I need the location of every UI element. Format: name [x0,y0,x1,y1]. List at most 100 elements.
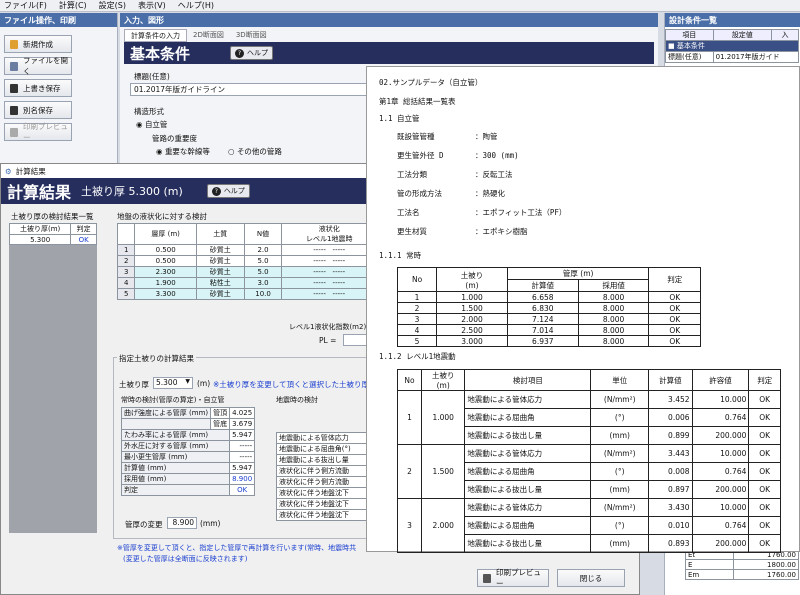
row-value: ----- [229,440,256,452]
structure-label: 構造形式 [134,107,164,116]
importance-radio-main[interactable]: ◉ 重要な幹線等 [156,146,210,157]
table-row[interactable]: 5.300 OK [8,234,97,245]
tab-3d[interactable]: 3D断面図 [230,29,273,42]
quake-table: 地震動による管体応力 地震動による屈曲角(°) 地震動による抜出し量 液状化に伴… [276,432,371,521]
cell-item: 地震動による抜出し量 [464,426,592,445]
table-row: 2 1.500 地震動による管体応力 (N/mm²) 3.443 10.000 OK [397,444,781,499]
col-cover-label: 土被り [460,270,484,280]
cell-judge: OK [748,408,781,427]
row-sub: 管頂 [210,407,231,419]
spec-note: ※土被り厚を変更して頂くと選択した土被り厚で [213,380,377,389]
cell-judge: OK [748,516,781,535]
table-header: No 土被り (m) 検討項目 単位 計算値 許容値 判定 [397,369,781,391]
col-cover: 土被り厚(m) [8,223,72,235]
cell-judge: OK [748,444,781,463]
menu-settings[interactable]: 設定(S) [99,0,126,11]
table-header: 項目 設定値入 [665,29,799,41]
tab-calc-input[interactable]: 計算条件の入力 [124,29,187,42]
col-cover: 土被り (m) [436,267,508,292]
print-icon [10,128,18,137]
table-row[interactable]: 標題(任意) 01.2017年版ガイド [665,51,800,63]
save-icon [10,84,18,93]
table-row: 液状化に伴う地盤沈下 [276,509,371,521]
cell-allow: 10.000 [691,390,750,409]
liq-value: ----- ----- [281,244,377,256]
doc-subsection-normal: 1.1.1 常時 [379,251,422,260]
row-label: E [685,559,734,570]
table-row: 3 2.000 地震動による管体応力 (N/mm²) 3.430 10.000 OK [397,498,781,553]
liq-n: 10.0 [243,288,283,300]
close-label: 閉じる [579,573,603,583]
row-label: 判定 [120,484,231,496]
thickness-input[interactable]: 8.900 [167,517,197,529]
menu-help[interactable]: ヘルプ(H) [178,0,214,11]
change-label: 管厚の変更 [125,520,163,529]
structure-option-label: 自立管 [144,120,168,129]
doc-prop-value: ：エポキシ樹脂 [475,227,528,236]
row-label: 採用値 (mm) [120,473,231,485]
col-thickness: 層厚 (m) [134,223,197,245]
importance-option-main: 重要な幹線等 [164,147,210,156]
liq-thickness: 2.300 [134,266,197,278]
cell-adopt: 8.000 [577,291,650,303]
cell-calc: 6.658 [506,291,579,303]
quake-item: 液状化に伴う地盤沈下 [276,498,371,510]
help-icon: ? [211,186,221,196]
print-preview-button[interactable]: 印刷プレビュー [4,122,72,142]
cell-item: 地震動による管体応力 [464,444,592,463]
structure-radio[interactable]: ◉ 自立管 [136,119,167,130]
col-judge: 判定 [748,369,781,391]
col-no: No [396,267,438,292]
importance-label: 管路の重要度 [152,134,197,143]
tab-2d[interactable]: 2D断面図 [187,29,230,42]
result-help-button[interactable]: ? ヘルプ [206,184,250,198]
quake-item: 液状化に伴う地盤沈下 [276,509,371,521]
cell-unit: (°) [590,408,650,427]
save-as-button[interactable]: 別名保存 [4,101,72,119]
doc-prop-text: 熱硬化 [482,189,506,198]
table-row: 3 2.300 砂質土 5.0 ----- ----- [116,266,377,278]
basic-conditions-header: 基本条件 ? ヘルプ [124,42,654,64]
table-row[interactable]: ■ 基本条件 [665,40,799,52]
doc-prop-text: 反転工法 [482,170,513,179]
open-button[interactable]: ファイルを開く [4,56,72,76]
table-row: 5 3.000 6.937 8.000 OK [396,335,701,347]
col-cover: 土被り (m) [420,369,466,391]
table-row: 液状化に伴う側方流動 [276,465,371,477]
save-button[interactable]: 上書き保存 [4,79,72,97]
menu-calc[interactable]: 計算(C) [59,0,87,11]
liq-soil: 砂質土 [195,244,245,256]
col-n: N値 [243,223,283,245]
spec-cover-value: 5.300 [156,378,178,387]
doc-prop-text: エポフィット工法（PF） [482,208,567,217]
quake-item: 地震動による屈曲角(°) [276,443,371,455]
importance-radio-other[interactable]: ○ その他の管路 [228,146,282,157]
table-row: Em 1760.00 [685,569,799,580]
input-tabs: 計算条件の入力 2D断面図 3D断面図 [120,29,658,42]
menu-file[interactable]: ファイル(F) [4,0,47,11]
liq-value: ----- ----- [281,277,377,289]
table-row: 5 3.300 砂質土 10.0 ----- ----- [116,288,377,300]
doc-prop-text: 陶管 [482,132,498,141]
close-button[interactable]: 閉じる [557,569,625,587]
table-row: 2 0.500 砂質土 5.0 ----- ----- [116,255,377,267]
doc-quake-table: No 土被り (m) 検討項目 単位 計算値 許容値 判定 1 1.000 地震動による管体応力(… [397,369,781,553]
cell-adopt: 8.000 [577,335,650,347]
result-print-preview-button[interactable]: 印刷プレビュー [477,568,549,588]
cell-no: 4 [396,324,438,336]
liq-soil: 砂質土 [195,255,245,267]
new-button[interactable]: 新規作成 [4,35,72,53]
help-button[interactable]: ? ヘルプ [230,46,274,60]
result-title: 計算結果 [7,183,72,202]
doc-normal-table: No 土被り (m) 管厚 (m) 判定 計算値 採用値 1 1.000 6.658 8.000… [396,267,701,347]
cell-judge: OK [748,534,781,553]
chevron-down-icon: ▼ [185,378,190,385]
cell-judge: OK [648,335,701,347]
title-input[interactable]: 01.2017年版ガイドライン [130,83,370,96]
cell-unit: (mm) [590,534,650,553]
menu-view[interactable]: 表示(V) [138,0,166,11]
cover-list-title: 土被り厚の検討結果一覧 [11,212,94,221]
liq-n: 5.0 [243,255,283,267]
quake-item: 液状化に伴う側方流動 [276,465,371,477]
spec-cover-select[interactable]: 5.300 ▼ [153,377,193,389]
